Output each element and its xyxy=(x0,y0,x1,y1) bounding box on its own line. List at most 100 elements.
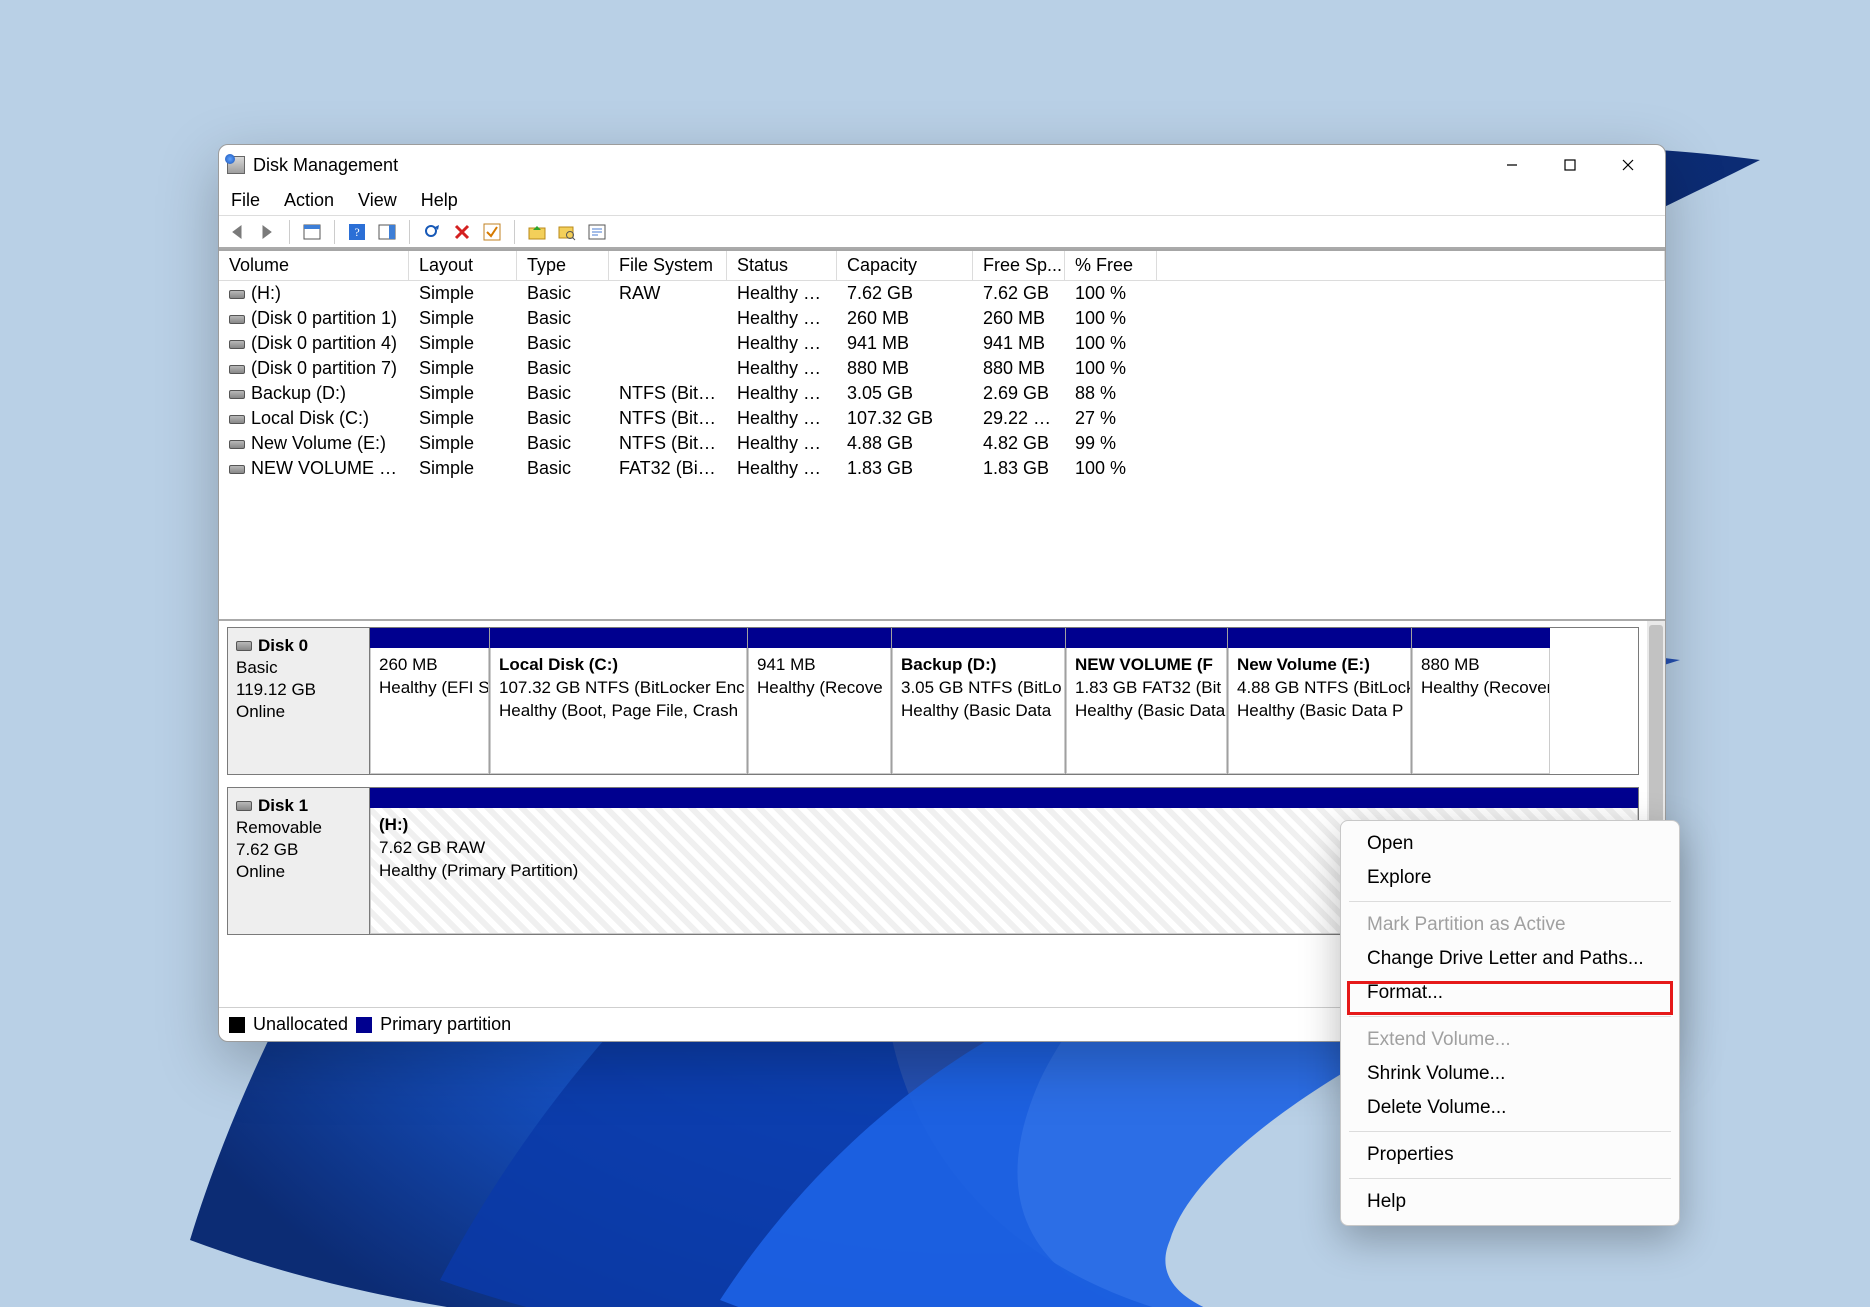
partition-header-bar xyxy=(1066,628,1227,648)
column-header[interactable]: Layout xyxy=(409,251,517,280)
show-hide-console-tree-button[interactable] xyxy=(300,220,324,244)
close-button[interactable] xyxy=(1599,145,1657,185)
menu-help[interactable]: Help xyxy=(421,190,458,211)
cell: 941 MB xyxy=(837,332,973,355)
cell: 100 % xyxy=(1065,332,1157,355)
checkmark-icon[interactable] xyxy=(480,220,504,244)
cell: 7.62 GB xyxy=(837,282,973,305)
action-pane-button[interactable] xyxy=(375,220,399,244)
partition-header-bar xyxy=(490,628,747,648)
partition[interactable]: 941 MBHealthy (Recove xyxy=(748,628,892,774)
cell: 1.83 GB xyxy=(973,457,1065,480)
volume-row[interactable]: (H:)SimpleBasicRAWHealthy (P...7.62 GB7.… xyxy=(219,281,1665,306)
cm-open[interactable]: Open xyxy=(1341,827,1679,861)
partition-line2: Healthy (Recove xyxy=(757,678,883,697)
disk-icon xyxy=(236,801,252,811)
cell xyxy=(609,307,727,330)
cell: Basic xyxy=(517,307,609,330)
cm-shrink-volume[interactable]: Shrink Volume... xyxy=(1341,1057,1679,1091)
toolbar: ? xyxy=(219,215,1665,249)
cell: NTFS (BitLo... xyxy=(609,382,727,405)
cm-format[interactable]: Format... xyxy=(1341,976,1679,1010)
volume-name: (Disk 0 partition 4) xyxy=(251,333,397,353)
back-button[interactable] xyxy=(225,220,249,244)
cell: Healthy (R... xyxy=(727,357,837,380)
disk-state: Online xyxy=(236,862,361,882)
cell: 4.82 GB xyxy=(973,432,1065,455)
partition[interactable]: Local Disk (C:) 107.32 GB NTFS (BitLocker… xyxy=(490,628,748,774)
partition-line2: Healthy (Recover xyxy=(1421,678,1550,697)
partition-line1: 107.32 GB NTFS (BitLocker Enc xyxy=(499,678,745,697)
drive-icon xyxy=(229,290,245,299)
column-header[interactable]: Free Sp... xyxy=(973,251,1065,280)
forward-button[interactable] xyxy=(255,220,279,244)
cm-delete-volume[interactable]: Delete Volume... xyxy=(1341,1091,1679,1125)
partition[interactable]: NEW VOLUME (F1.83 GB FAT32 (BitHealthy (… xyxy=(1066,628,1228,774)
minimize-button[interactable] xyxy=(1483,145,1541,185)
column-header[interactable]: Capacity xyxy=(837,251,973,280)
cm-explore[interactable]: Explore xyxy=(1341,861,1679,895)
volume-row[interactable]: (Disk 0 partition 7)SimpleBasicHealthy (… xyxy=(219,356,1665,381)
partition-header-bar xyxy=(370,788,1638,808)
cell: 88 % xyxy=(1065,382,1157,405)
cm-mark-active: Mark Partition as Active xyxy=(1341,908,1679,942)
disk-kind: Basic xyxy=(236,658,361,678)
partition[interactable]: 260 MBHealthy (EFI S xyxy=(370,628,490,774)
folder-search-icon[interactable] xyxy=(555,220,579,244)
delete-icon[interactable] xyxy=(450,220,474,244)
partition-line2: Healthy (Basic Data xyxy=(901,701,1051,720)
cell: Healthy (B... xyxy=(727,382,837,405)
volume-row[interactable]: New Volume (E:)SimpleBasicNTFS (BitLo...… xyxy=(219,431,1665,456)
drive-icon xyxy=(229,415,245,424)
column-header[interactable]: Volume xyxy=(219,251,409,280)
column-header[interactable]: Status xyxy=(727,251,837,280)
maximize-button[interactable] xyxy=(1541,145,1599,185)
volume-name: (Disk 0 partition 7) xyxy=(251,358,397,378)
disk-label[interactable]: Disk 1Removable7.62 GBOnline xyxy=(228,788,370,934)
titlebar[interactable]: Disk Management xyxy=(219,145,1665,185)
cm-change-drive-letter[interactable]: Change Drive Letter and Paths... xyxy=(1341,942,1679,976)
drive-icon xyxy=(229,465,245,474)
cell: 2.69 GB xyxy=(973,382,1065,405)
menu-file[interactable]: File xyxy=(231,190,260,211)
column-header[interactable]: Type xyxy=(517,251,609,280)
folder-up-icon[interactable] xyxy=(525,220,549,244)
volume-row[interactable]: (Disk 0 partition 4)SimpleBasicHealthy (… xyxy=(219,331,1665,356)
partition-title: Local Disk (C:) xyxy=(499,655,618,674)
volume-row[interactable]: Local Disk (C:)SimpleBasicNTFS (BitLo...… xyxy=(219,406,1665,431)
volume-row[interactable]: (Disk 0 partition 1)SimpleBasicHealthy (… xyxy=(219,306,1665,331)
menu-view[interactable]: View xyxy=(358,190,397,211)
column-header[interactable]: File System xyxy=(609,251,727,280)
cm-help[interactable]: Help xyxy=(1341,1185,1679,1219)
cell: 100 % xyxy=(1065,457,1157,480)
partition-title: NEW VOLUME (F xyxy=(1075,655,1213,674)
volume-list: VolumeLayoutTypeFile SystemStatusCapacit… xyxy=(219,249,1665,619)
menu-action[interactable]: Action xyxy=(284,190,334,211)
drive-icon xyxy=(229,340,245,349)
column-header[interactable]: % Free xyxy=(1065,251,1157,280)
partition-context-menu: Open Explore Mark Partition as Active Ch… xyxy=(1340,820,1680,1226)
cell: Basic xyxy=(517,457,609,480)
cell: Healthy (E... xyxy=(727,307,837,330)
help-button[interactable]: ? xyxy=(345,220,369,244)
volume-row[interactable]: Backup (D:)SimpleBasicNTFS (BitLo...Heal… xyxy=(219,381,1665,406)
volume-name: (Disk 0 partition 1) xyxy=(251,308,397,328)
partition[interactable]: Backup (D:)3.05 GB NTFS (BitLoHealthy (B… xyxy=(892,628,1066,774)
partition[interactable]: 880 MBHealthy (Recover xyxy=(1412,628,1550,774)
cell: 100 % xyxy=(1065,307,1157,330)
disk-label[interactable]: Disk 0Basic119.12 GBOnline xyxy=(228,628,370,774)
cell: Basic xyxy=(517,432,609,455)
disk-name: Disk 0 xyxy=(258,636,308,656)
cm-properties[interactable]: Properties xyxy=(1341,1138,1679,1172)
cell: Simple xyxy=(409,282,517,305)
cell: Simple xyxy=(409,407,517,430)
disk-state: Online xyxy=(236,702,361,722)
volume-row[interactable]: NEW VOLUME (F:)SimpleBasicFAT32 (BitL...… xyxy=(219,456,1665,481)
legend-unallocated-label: Unallocated xyxy=(253,1014,348,1035)
cell: 29.22 GB xyxy=(973,407,1065,430)
partition[interactable]: New Volume (E:)4.88 GB NTFS (BitLockHeal… xyxy=(1228,628,1412,774)
partition-line2: Healthy (Primary Partition) xyxy=(379,861,578,880)
refresh-button[interactable] xyxy=(420,220,444,244)
partition-header-bar xyxy=(370,628,489,648)
properties-icon[interactable] xyxy=(585,220,609,244)
